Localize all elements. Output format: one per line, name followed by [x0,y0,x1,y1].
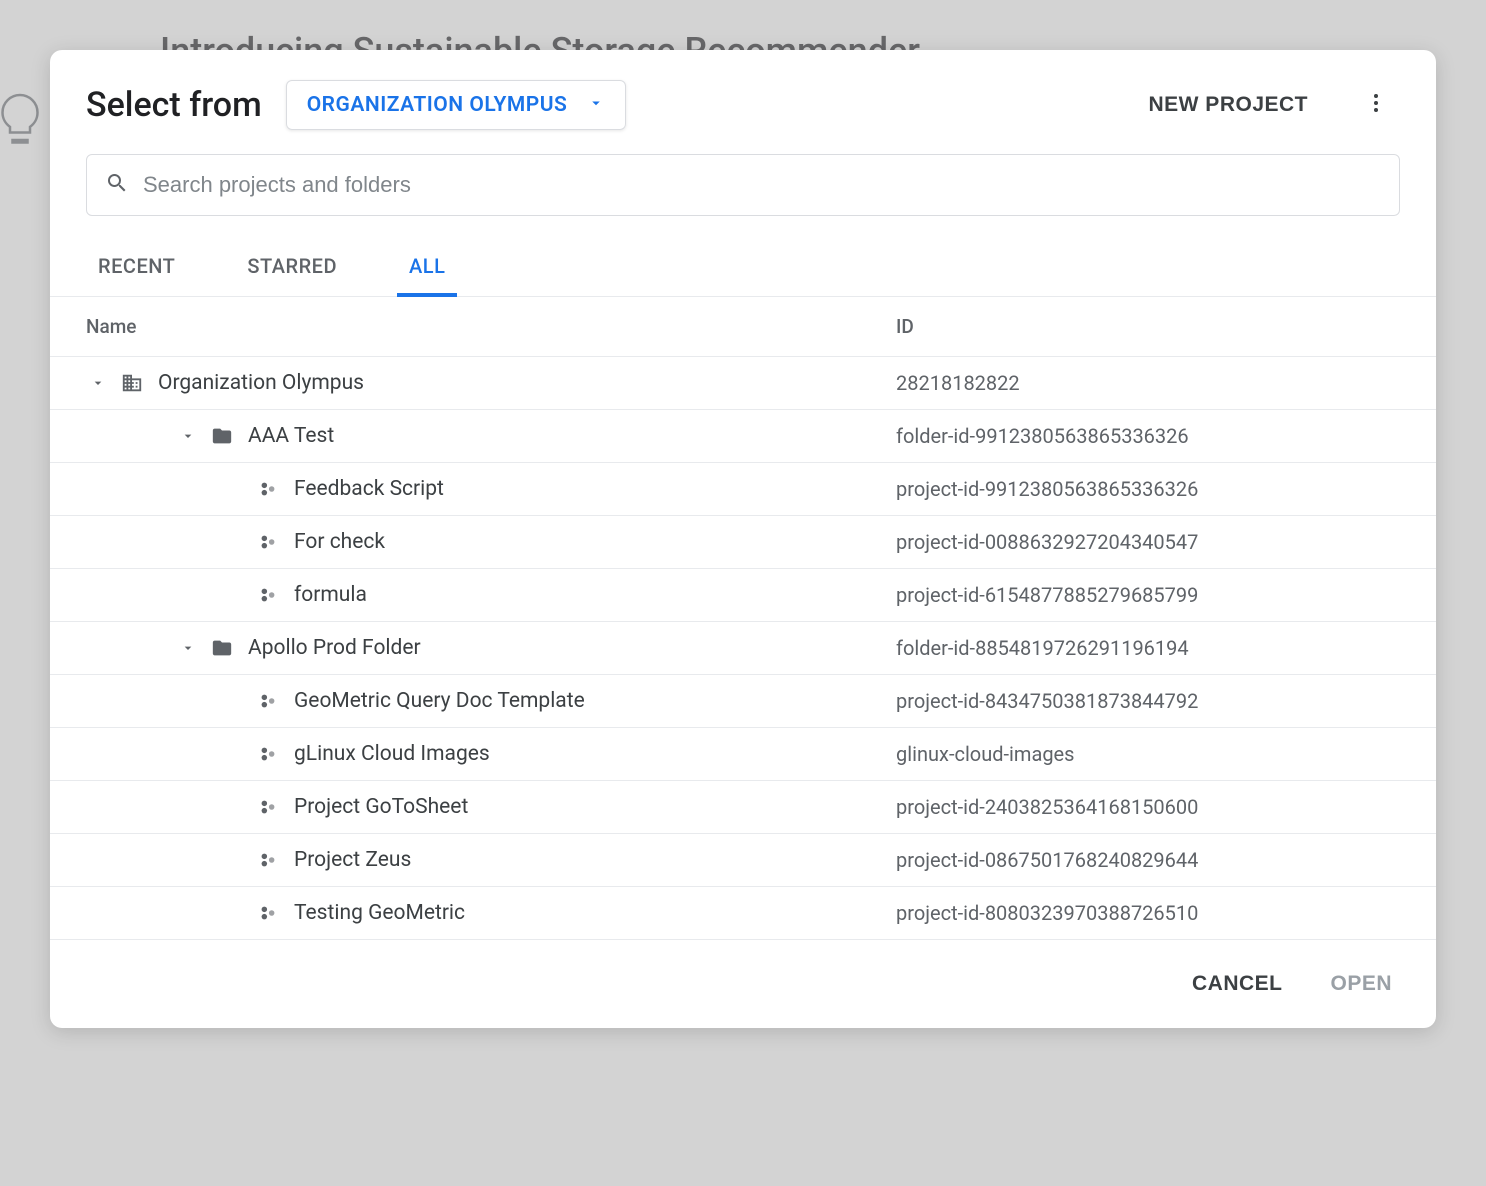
row-id: project-id-8080323970388726510 [896,901,1400,925]
row-label: Feedback Script [294,477,444,501]
project-icon [256,583,280,607]
row-name-cell: GeoMetric Query Doc Template [86,689,896,713]
tree-row[interactable]: Organization Olympus 28218182822 [50,357,1436,410]
row-label: Project GoToSheet [294,795,468,819]
organization-dropdown-label: ORGANIZATION OLYMPUS [307,93,568,117]
row-id: project-id-0867501768240829644 [896,848,1400,872]
row-name-cell: gLinux Cloud Images [86,742,896,766]
row-name-cell: Apollo Prod Folder [86,636,896,660]
row-id: project-id-6154877885279685799 [896,583,1400,607]
row-label: GeoMetric Query Doc Template [294,689,585,713]
tree-row[interactable]: For check project-id-0088632927204340547 [50,516,1436,569]
more-vert-icon [1364,91,1388,119]
tree-row[interactable]: GeoMetric Query Doc Template project-id-8… [50,675,1436,728]
expand-arrow-icon[interactable] [86,371,110,395]
project-icon [256,477,280,501]
expand-arrow-icon[interactable] [176,636,200,660]
row-label: For check [294,530,385,554]
column-header-name: Name [86,315,896,338]
row-name-cell: Feedback Script [86,477,896,501]
project-icon [256,689,280,713]
select-from-label: Select from [86,85,262,125]
more-options-button[interactable] [1356,83,1396,127]
tree-row[interactable]: Project GoToSheet project-id-240382536416… [50,781,1436,834]
project-icon [256,901,280,925]
org-icon [120,371,144,395]
tabs: RECENT STARRED ALL [50,236,1436,297]
row-name-cell: Project Zeus [86,848,896,872]
project-icon [256,795,280,819]
row-name-cell: Testing GeoMetric [86,901,896,925]
search-container[interactable] [86,154,1400,216]
row-label: Organization Olympus [158,371,364,395]
new-project-button[interactable]: NEW PROJECT [1148,93,1308,117]
row-label: AAA Test [248,424,334,448]
project-icon [256,848,280,872]
chevron-down-icon [587,94,605,116]
row-id: folder-id-9912380563865336326 [896,424,1400,448]
row-label: Testing GeoMetric [294,901,465,925]
tab-starred[interactable]: STARRED [235,236,349,296]
row-name-cell: formula [86,583,896,607]
tab-all[interactable]: ALL [397,236,457,296]
lightbulb-icon [0,90,50,150]
row-label: Apollo Prod Folder [248,636,421,660]
folder-icon [210,424,234,448]
project-tree: Organization Olympus 28218182822 AAA Test f… [50,357,1436,940]
open-button[interactable]: OPEN [1330,972,1392,996]
tree-row[interactable]: AAA Test folder-id-9912380563865336326 [50,410,1436,463]
tree-row[interactable]: formula project-id-6154877885279685799 [50,569,1436,622]
tree-row[interactable]: Testing GeoMetric project-id-808032397038… [50,887,1436,940]
tree-row[interactable]: gLinux Cloud Images glinux-cloud-images [50,728,1436,781]
tab-recent[interactable]: RECENT [86,236,187,296]
row-id: folder-id-8854819726291196194 [896,636,1400,660]
organization-dropdown[interactable]: ORGANIZATION OLYMPUS [286,80,627,130]
tree-row[interactable]: Apollo Prod Folder folder-id-885481972629… [50,622,1436,675]
row-name-cell: AAA Test [86,424,896,448]
search-icon [105,171,143,199]
project-icon [256,530,280,554]
cancel-button[interactable]: CANCEL [1192,972,1283,996]
project-icon [256,742,280,766]
row-name-cell: For check [86,530,896,554]
row-label: formula [294,583,367,607]
table-header: Name ID [50,297,1436,357]
row-id: glinux-cloud-images [896,742,1400,766]
row-id: project-id-2403825364168150600 [896,795,1400,819]
row-id: 28218182822 [896,371,1400,395]
dialog-footer: CANCEL OPEN [50,940,1436,1008]
folder-icon [210,636,234,660]
row-name-cell: Organization Olympus [86,371,896,395]
row-id: project-id-0088632927204340547 [896,530,1400,554]
tree-row[interactable]: Project Zeus project-id-08675017682408296… [50,834,1436,887]
row-name-cell: Project GoToSheet [86,795,896,819]
column-header-id: ID [896,315,1400,338]
tree-row[interactable]: Feedback Script project-id-99123805638653… [50,463,1436,516]
row-id: project-id-9912380563865336326 [896,477,1400,501]
expand-arrow-icon[interactable] [176,424,200,448]
row-label: gLinux Cloud Images [294,742,490,766]
row-label: Project Zeus [294,848,411,872]
project-selector-dialog: Select from ORGANIZATION OLYMPUS NEW PRO… [50,50,1436,1028]
dialog-header: Select from ORGANIZATION OLYMPUS NEW PRO… [50,50,1436,154]
search-input[interactable] [143,172,1381,198]
row-id: project-id-8434750381873844792 [896,689,1400,713]
